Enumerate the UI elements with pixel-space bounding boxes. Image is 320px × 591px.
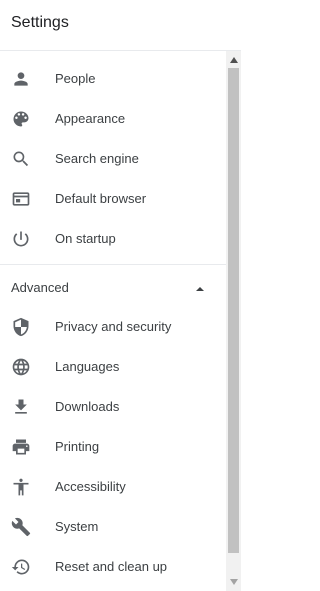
menu-item-privacy-security[interactable]: Privacy and security: [0, 307, 226, 347]
scrollbar-thumb[interactable]: [228, 68, 239, 553]
menu-item-reset-clean-up[interactable]: Reset and clean up: [0, 547, 226, 587]
page-title: Settings: [11, 14, 69, 31]
menu-item-label: Reset and clean up: [55, 559, 168, 574]
menu-item-label: On startup: [55, 231, 116, 246]
menu-item-search-engine[interactable]: Search engine: [0, 139, 226, 179]
accessibility-icon: [11, 477, 31, 497]
scroll-up-arrow-icon[interactable]: [226, 53, 241, 67]
menu-item-downloads[interactable]: Downloads: [0, 387, 226, 427]
menu-item-printing[interactable]: Printing: [0, 427, 226, 467]
menu-item-label: Languages: [55, 359, 120, 374]
vertical-scrollbar[interactable]: [226, 51, 241, 591]
wrench-icon: [11, 517, 31, 537]
scroll-down-arrow-icon[interactable]: [226, 575, 241, 589]
menu-divider: [0, 264, 226, 265]
browser-window-icon: [11, 189, 31, 209]
menu-item-appearance[interactable]: Appearance: [0, 99, 226, 139]
power-icon: [11, 229, 31, 249]
arrow-up-icon: [194, 282, 206, 294]
menu-item-label: Default browser: [55, 191, 147, 206]
history-icon: [11, 557, 31, 577]
menu-item-accessibility[interactable]: Accessibility: [0, 467, 226, 507]
shield-icon: [11, 317, 31, 337]
menu-item-label: Search engine: [55, 151, 139, 166]
menu-item-label: Privacy and security: [55, 319, 172, 334]
menu-item-label: Downloads: [55, 399, 120, 414]
search-icon: [11, 149, 31, 169]
settings-header: Settings: [0, 0, 241, 51]
person-icon: [11, 69, 31, 89]
printer-icon: [11, 437, 31, 457]
menu-item-default-browser[interactable]: Default browser: [0, 179, 226, 219]
menu-item-system[interactable]: System: [0, 507, 226, 547]
advanced-toggle[interactable]: Advanced: [0, 268, 226, 308]
palette-icon: [11, 109, 31, 129]
globe-icon: [11, 357, 31, 377]
menu-item-label: Accessibility: [55, 479, 126, 494]
menu-item-languages[interactable]: Languages: [0, 347, 226, 387]
menu-item-label: System: [55, 519, 99, 534]
advanced-label: Advanced: [11, 280, 69, 295]
menu-item-label: Appearance: [55, 111, 126, 126]
menu-item-on-startup[interactable]: On startup: [0, 219, 226, 259]
settings-sidebar: Settings People Appearance Search engine: [0, 0, 241, 591]
download-icon: [11, 397, 31, 417]
settings-menu: People Appearance Search engine Default …: [0, 51, 226, 591]
menu-item-label: Printing: [55, 439, 100, 454]
menu-item-label: People: [55, 71, 96, 86]
menu-item-people[interactable]: People: [0, 59, 226, 99]
